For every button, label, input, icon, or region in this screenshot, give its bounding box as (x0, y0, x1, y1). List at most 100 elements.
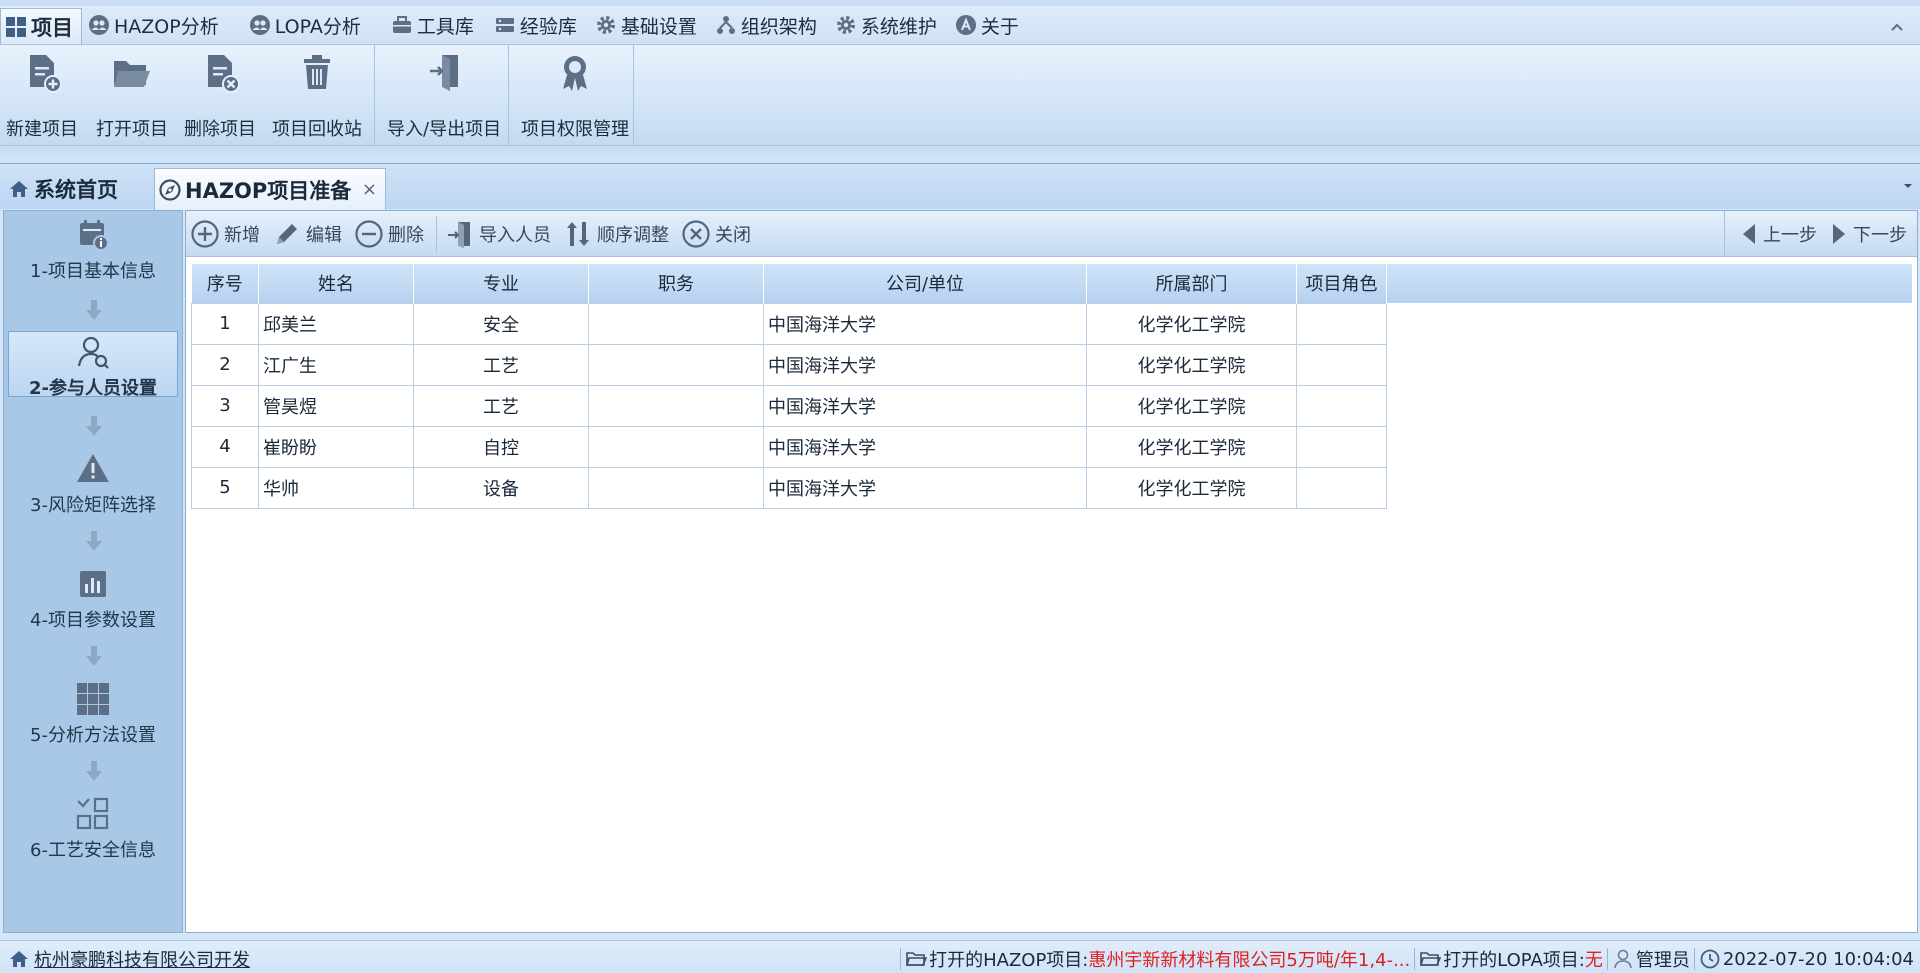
delete-button[interactable]: 删除 (350, 214, 428, 254)
import-icon (448, 221, 470, 248)
step-3[interactable]: 3-风险矩阵选择 (4, 451, 182, 523)
chevron-down-icon[interactable] (1902, 181, 1914, 191)
cell-name[interactable]: 管昊煜 (258, 384, 414, 427)
cell-department[interactable]: 化学化工学院 (1086, 343, 1297, 386)
cell-major[interactable]: 工艺 (413, 343, 589, 386)
cell-major[interactable]: 设备 (413, 466, 589, 509)
step-4[interactable]: 4-项目参数设置 (4, 566, 182, 638)
cell-position[interactable] (588, 466, 764, 509)
close-tab-button[interactable]: × (362, 179, 377, 200)
cell-department[interactable]: 化学化工学院 (1086, 384, 1297, 427)
cell-role[interactable] (1296, 302, 1387, 345)
menu-hazop[interactable]: HAZOP分析 (82, 6, 225, 44)
award-icon (563, 56, 587, 91)
permission-button[interactable]: 项目权限管理 (515, 45, 635, 145)
menu-about[interactable]: 关于 (949, 6, 1025, 44)
col-header-position[interactable]: 职务 (588, 264, 764, 303)
tab-hazop-prepare[interactable]: HAZOP项目准备 × (154, 168, 386, 210)
prev-step-button[interactable]: 上一步 (1735, 214, 1821, 254)
toolbar: 新增 编辑 删除 导入人员 顺序调整 关闭 上一步 下一步 (186, 211, 1917, 257)
menu-org[interactable]: 组织架构 (709, 6, 823, 44)
menu-project[interactable]: 项目 (0, 8, 82, 44)
open-project-button[interactable]: 打开项目 (90, 45, 174, 145)
delete-project-button[interactable]: 删除项目 (178, 45, 262, 145)
company-link[interactable]: 杭州豪鹏科技有限公司开发 (34, 946, 250, 972)
cell-name[interactable]: 华帅 (258, 466, 414, 509)
add-button[interactable]: 新增 (186, 214, 264, 254)
col-header-name[interactable]: 姓名 (258, 264, 414, 303)
about-icon (955, 15, 976, 35)
menu-toolbox[interactable]: 工具库 (385, 6, 480, 44)
arrow-down-icon (86, 416, 102, 436)
user-search-icon (77, 336, 109, 369)
menu-bar: 项目 HAZOP分析 LOPA分析 工具库 经验库 基础设置 组织架构 系统维护… (0, 6, 1920, 44)
menu-basic-settings[interactable]: 基础设置 (589, 6, 703, 44)
import-export-button[interactable]: 导入/导出项目 (381, 45, 507, 145)
toolbox-icon (392, 16, 411, 33)
step-6[interactable]: 6-工艺安全信息 (4, 796, 182, 868)
document-tabs: 系统首页 HAZOP项目准备 × (0, 163, 1920, 210)
cell-company[interactable]: 中国海洋大学 (763, 384, 1087, 427)
table-row[interactable]: 2 江广生 工艺 中国海洋大学 化学化工学院 (191, 343, 1387, 386)
cell-major[interactable]: 安全 (413, 302, 589, 345)
next-step-button[interactable]: 下一步 (1825, 214, 1911, 254)
server-icon (495, 18, 514, 32)
table-row[interactable]: 1 邱美兰 安全 中国海洋大学 化学化工学院 (191, 302, 1387, 345)
menu-lopa[interactable]: LOPA分析 (243, 6, 367, 44)
edit-button[interactable]: 编辑 (268, 214, 346, 254)
step-1[interactable]: 1-项目基本信息 (4, 217, 182, 289)
cell-company[interactable]: 中国海洋大学 (763, 302, 1087, 345)
step-5[interactable]: 5-分析方法设置 (4, 681, 182, 753)
cell-name[interactable]: 崔盼盼 (258, 425, 414, 468)
col-header-company[interactable]: 公司/单位 (763, 264, 1087, 303)
menu-maintenance-label: 系统维护 (860, 15, 937, 38)
new-project-button[interactable]: 新建项目 (0, 45, 84, 145)
step-2[interactable]: 2-参与人员设置 (8, 331, 178, 399)
import-people-button[interactable]: 导入人员 (441, 214, 555, 254)
user-icon (1614, 949, 1632, 969)
cell-role[interactable] (1296, 384, 1387, 427)
settings-grid-icon (76, 797, 109, 830)
cell-major[interactable]: 工艺 (413, 384, 589, 427)
col-header-role[interactable]: 项目角色 (1296, 264, 1387, 303)
close-button[interactable]: 关闭 (677, 214, 755, 254)
cell-role[interactable] (1296, 466, 1387, 509)
cell-department[interactable]: 化学化工学院 (1086, 466, 1297, 509)
col-header-department[interactable]: 所属部门 (1086, 264, 1297, 303)
cell-department[interactable]: 化学化工学院 (1086, 425, 1297, 468)
chevron-up-icon[interactable] (1888, 18, 1906, 36)
col-header-seq[interactable]: 序号 (191, 264, 259, 303)
datetime: 2022-07-20 10:04:04 (1722, 948, 1914, 970)
cell-name[interactable]: 江广生 (258, 343, 414, 386)
cell-department[interactable]: 化学化工学院 (1086, 302, 1297, 345)
col-header-major[interactable]: 专业 (413, 264, 589, 303)
cell-role[interactable] (1296, 343, 1387, 386)
cell-company[interactable]: 中国海洋大学 (763, 425, 1087, 468)
cell-position[interactable] (588, 384, 764, 427)
calendar-info-icon (80, 220, 109, 251)
cell-seq[interactable]: 1 (191, 302, 259, 345)
menu-experience[interactable]: 经验库 (488, 6, 583, 44)
cell-seq[interactable]: 4 (191, 425, 259, 468)
cell-position[interactable] (588, 302, 764, 345)
recycle-bin-button[interactable]: 项目回收站 (266, 45, 368, 145)
table-row[interactable]: 4 崔盼盼 自控 中国海洋大学 化学化工学院 (191, 425, 1387, 468)
tab-home[interactable]: 系统首页 (4, 168, 122, 210)
step-1-label: 1-项目基本信息 (30, 261, 156, 282)
cell-position[interactable] (588, 425, 764, 468)
table-row[interactable]: 3 管昊煜 工艺 中国海洋大学 化学化工学院 (191, 384, 1387, 427)
reorder-button[interactable]: 顺序调整 (559, 214, 673, 254)
menu-maintenance[interactable]: 系统维护 (829, 6, 943, 44)
cell-role[interactable] (1296, 425, 1387, 468)
cell-company[interactable]: 中国海洋大学 (763, 466, 1087, 509)
cell-company[interactable]: 中国海洋大学 (763, 343, 1087, 386)
cell-position[interactable] (588, 343, 764, 386)
cell-seq[interactable]: 2 (191, 343, 259, 386)
cell-seq[interactable]: 5 (191, 466, 259, 509)
arrow-down-icon (86, 646, 102, 666)
cell-major[interactable]: 自控 (413, 425, 589, 468)
cell-seq[interactable]: 3 (191, 384, 259, 427)
cell-name[interactable]: 邱美兰 (258, 302, 414, 345)
table-row[interactable]: 5 华帅 设备 中国海洋大学 化学化工学院 (191, 466, 1387, 509)
ribbon-group-permission: 项目权限管理 (509, 45, 634, 145)
